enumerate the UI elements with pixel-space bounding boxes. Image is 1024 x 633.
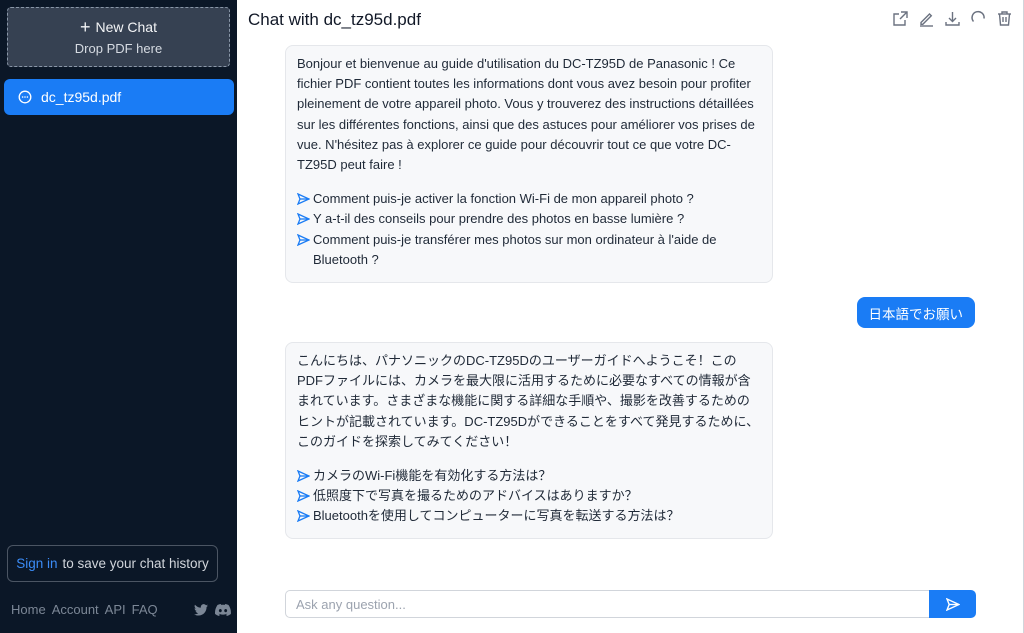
composer — [285, 590, 976, 618]
sidebar-item-chat[interactable]: dc_tz95d.pdf — [4, 79, 234, 115]
footer-link-home[interactable]: Home — [11, 602, 46, 617]
share-icon — [892, 10, 908, 26]
send-arrow-icon — [297, 233, 310, 246]
send-arrow-icon — [297, 470, 310, 483]
sidebar-footer: Home Account API FAQ — [11, 602, 231, 617]
suggested-question[interactable]: 低照度下で写真を撮るためのアドバイスはありますか？ — [297, 486, 761, 506]
send-arrow-icon — [297, 193, 310, 206]
footer-link-account[interactable]: Account — [52, 602, 99, 617]
signin-text: to save your chat history — [62, 556, 209, 571]
signin-box: Sign in to save your chat history — [7, 545, 218, 582]
suggested-question[interactable]: カメラのWi-Fi機能を有効化する方法は？ — [297, 466, 761, 486]
suggested-question[interactable]: Comment puis-je transférer mes photos su… — [297, 230, 761, 270]
edit-button[interactable] — [917, 9, 935, 27]
refresh-icon — [970, 10, 985, 22]
bot-message: こんにちは、パナソニックのDC-TZ95Dのユーザーガイドへようこそ！このPDF… — [285, 342, 773, 539]
suggested-question[interactable]: Comment puis-je activer la fonction Wi-F… — [297, 189, 761, 209]
toolbar — [891, 9, 1013, 27]
edit-icon — [919, 12, 933, 27]
new-chat-label: New Chat — [95, 19, 157, 35]
refresh-button[interactable] — [969, 9, 987, 27]
send-arrow-icon — [297, 213, 310, 226]
footer-link-api[interactable]: API — [105, 602, 126, 617]
message-text: Bonjour et bienvenue au guide d'utilisat… — [297, 56, 755, 173]
chat-panel: Chat with dc_tz95d.pdf Bonjour et bienve… — [237, 0, 1024, 633]
signin-link[interactable]: Sign in — [16, 556, 57, 571]
delete-button[interactable] — [995, 9, 1013, 27]
sidebar: + New Chat Drop PDF here dc_tz95d.pdf Si… — [0, 0, 237, 633]
send-arrow-icon — [297, 490, 310, 503]
message-text: こんにちは、パナソニックのDC-TZ95Dのユーザーガイドへようこそ！このPDF… — [297, 353, 760, 449]
share-button[interactable] — [891, 9, 909, 27]
user-message: 日本語でお願い — [856, 297, 975, 328]
page-title: Chat with dc_tz95d.pdf — [248, 10, 421, 29]
send-button[interactable] — [929, 590, 976, 618]
drop-pdf-label: Drop PDF here — [74, 41, 163, 56]
twitter-icon[interactable] — [194, 603, 208, 616]
download-icon — [944, 11, 960, 26]
bot-message: Bonjour et bienvenue au guide d'utilisat… — [285, 45, 773, 283]
footer-link-faq[interactable]: FAQ — [132, 602, 158, 617]
send-arrow-icon — [297, 510, 310, 523]
chat-bubble-icon — [18, 90, 32, 104]
suggested-question[interactable]: Bluetoothを使用してコンピューターに写真を転送する方法は？ — [297, 506, 761, 526]
plus-icon: + — [80, 17, 91, 37]
new-chat-button[interactable]: + New Chat Drop PDF here — [7, 7, 230, 67]
send-icon — [945, 597, 960, 611]
question-input[interactable] — [285, 590, 929, 618]
discord-icon[interactable] — [215, 603, 231, 616]
trash-icon — [997, 10, 1011, 26]
suggested-question[interactable]: Y a-t-il des conseils pour prendre des p… — [297, 209, 761, 229]
sidebar-item-label: dc_tz95d.pdf — [41, 89, 122, 105]
download-button[interactable] — [943, 9, 961, 27]
